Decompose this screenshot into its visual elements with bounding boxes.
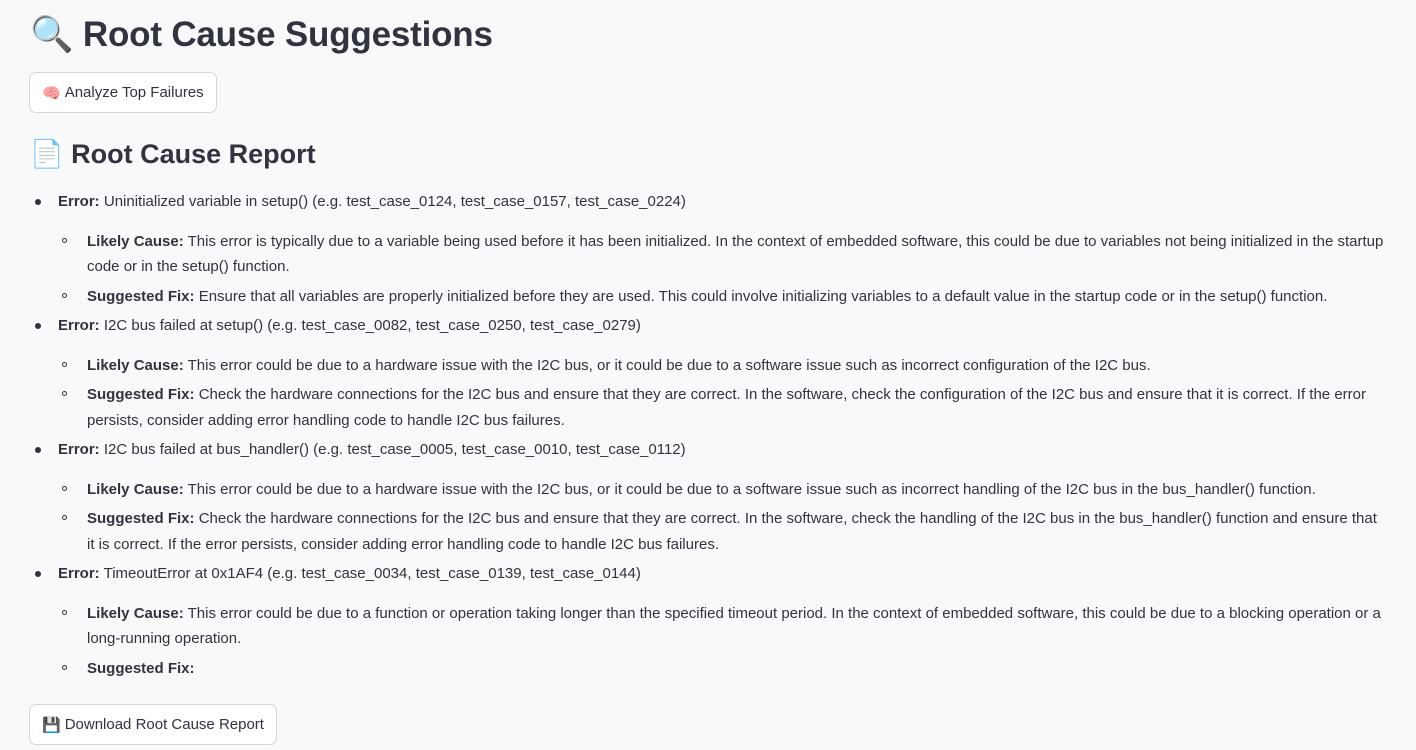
analyze-button-label: Analyze Top Failures — [64, 84, 204, 101]
suggested-fix-text: Check the hardware connections for the I… — [87, 386, 1366, 429]
suggested-fix-label: Suggested Fix: — [87, 659, 195, 677]
magnifier-icon: 🔍 — [30, 15, 74, 55]
likely-cause-label: Likely Cause: — [87, 356, 184, 374]
error-item: Error: TimeoutError at 0x1AF4 (e.g. test… — [30, 561, 1386, 681]
error-line: Error: I2C bus failed at bus_handler() (… — [58, 437, 1386, 463]
analyze-top-failures-button[interactable]: 🧠 Analyze Top Failures — [29, 72, 217, 113]
error-text: TimeoutError at 0x1AF4 (e.g. test_case_0… — [103, 565, 641, 582]
floppy-disk-icon: 💾 — [42, 715, 61, 734]
download-button-label: Download Root Cause Report — [64, 716, 264, 733]
suggested-fix-item: Suggested Fix: Check the hardware connec… — [58, 506, 1386, 557]
likely-cause-label: Likely Cause: — [87, 480, 184, 498]
error-item: Error: Uninitialized variable in setup()… — [30, 189, 1386, 309]
error-detail-list: Likely Cause: This error could be due to… — [58, 353, 1386, 434]
error-label: Error: — [58, 441, 100, 458]
page-title: 🔍 Root Cause Suggestions — [30, 10, 493, 60]
likely-cause-item: Likely Cause: This error is typically du… — [58, 229, 1386, 280]
suggested-fix-label: Suggested Fix: — [87, 287, 195, 305]
error-label: Error: — [58, 317, 100, 334]
download-root-cause-report-button[interactable]: 💾 Download Root Cause Report — [29, 704, 277, 745]
error-line: Error: Uninitialized variable in setup()… — [58, 189, 1386, 215]
error-text: Uninitialized variable in setup() (e.g. … — [103, 193, 686, 210]
suggested-fix-item: Suggested Fix: Check the hardware connec… — [58, 382, 1386, 433]
report-heading-text: Root Cause Report — [71, 139, 316, 169]
likely-cause-item: Likely Cause: This error could be due to… — [58, 477, 1386, 503]
error-detail-list: Likely Cause: This error could be due to… — [58, 601, 1386, 682]
suggested-fix-text: Ensure that all variables are properly i… — [198, 287, 1328, 305]
likely-cause-text: This error could be due to a hardware is… — [187, 480, 1316, 498]
report-heading: 📄 Root Cause Report — [30, 134, 316, 175]
error-item: Error: I2C bus failed at bus_handler() (… — [30, 437, 1386, 557]
suggested-fix-text: Check the hardware connections for the I… — [87, 510, 1377, 553]
error-label: Error: — [58, 565, 100, 582]
error-detail-list: Likely Cause: This error could be due to… — [58, 477, 1386, 558]
brain-icon: 🧠 — [42, 83, 61, 102]
error-line: Error: TimeoutError at 0x1AF4 (e.g. test… — [58, 561, 1386, 587]
error-item: Error: I2C bus failed at setup() (e.g. t… — [30, 313, 1386, 433]
suggested-fix-item: Suggested Fix: Ensure that all variables… — [58, 284, 1386, 310]
error-list: Error: Uninitialized variable in setup()… — [30, 189, 1386, 685]
error-text: I2C bus failed at setup() (e.g. test_cas… — [103, 317, 641, 334]
likely-cause-text: This error could be due to a function or… — [87, 604, 1381, 648]
error-line: Error: I2C bus failed at setup() (e.g. t… — [58, 313, 1386, 339]
error-detail-list: Likely Cause: This error is typically du… — [58, 229, 1386, 310]
likely-cause-label: Likely Cause: — [87, 232, 184, 250]
suggested-fix-label: Suggested Fix: — [87, 510, 195, 527]
likely-cause-text: This error could be due to a hardware is… — [187, 356, 1151, 374]
page: 🔍 Root Cause Suggestions 🧠 Analyze Top F… — [0, 0, 1416, 750]
document-icon: 📄 — [30, 139, 64, 170]
page-title-text: Root Cause Suggestions — [82, 15, 493, 54]
likely-cause-item: Likely Cause: This error could be due to… — [58, 353, 1386, 379]
error-text: I2C bus failed at bus_handler() (e.g. te… — [103, 441, 686, 458]
suggested-fix-item: Suggested Fix: — [58, 656, 1386, 682]
likely-cause-text: This error is typically due to a variabl… — [87, 232, 1384, 276]
likely-cause-label: Likely Cause: — [87, 604, 184, 622]
likely-cause-item: Likely Cause: This error could be due to… — [58, 601, 1386, 652]
suggested-fix-label: Suggested Fix: — [87, 386, 195, 403]
error-label: Error: — [58, 193, 100, 210]
